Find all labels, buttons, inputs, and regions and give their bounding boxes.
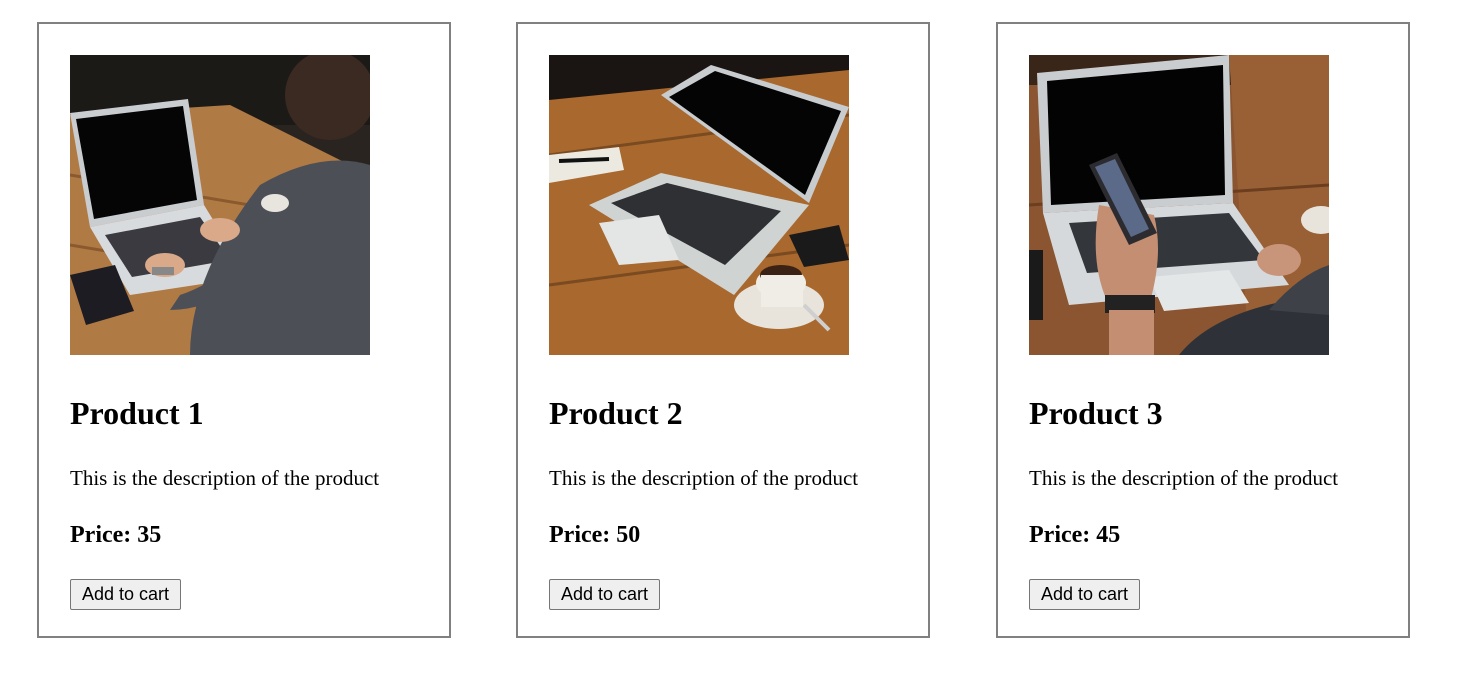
product-price: Price: 50 <box>549 519 640 551</box>
product-image <box>70 55 370 355</box>
price-label: Price: <box>1029 522 1097 548</box>
add-to-cart-button[interactable]: Add to cart <box>549 579 661 610</box>
price-label: Price: <box>549 522 617 548</box>
price-value: 45 <box>1096 522 1121 548</box>
product-card: Product 2 This is the description of the… <box>516 22 930 638</box>
product-description: This is the description of the product <box>70 466 380 490</box>
product-card: Product 3 This is the description of the… <box>996 22 1410 638</box>
product-title: Product 1 <box>70 395 204 431</box>
price-label: Price: <box>70 522 138 548</box>
product-price: Price: 35 <box>70 519 161 551</box>
add-to-cart-button[interactable]: Add to cart <box>1029 579 1141 610</box>
product-image <box>549 55 849 355</box>
product-description: This is the description of the product <box>1029 466 1339 490</box>
product-image <box>1029 55 1329 355</box>
product-card: Product 1 This is the description of the… <box>37 22 451 638</box>
product-description: This is the description of the product <box>549 466 859 490</box>
product-title: Product 3 <box>1029 395 1163 431</box>
price-value: 50 <box>616 522 641 548</box>
add-to-cart-button[interactable]: Add to cart <box>70 579 182 610</box>
product-price: Price: 45 <box>1029 519 1120 551</box>
price-value: 35 <box>137 522 162 548</box>
product-title: Product 2 <box>549 395 683 431</box>
